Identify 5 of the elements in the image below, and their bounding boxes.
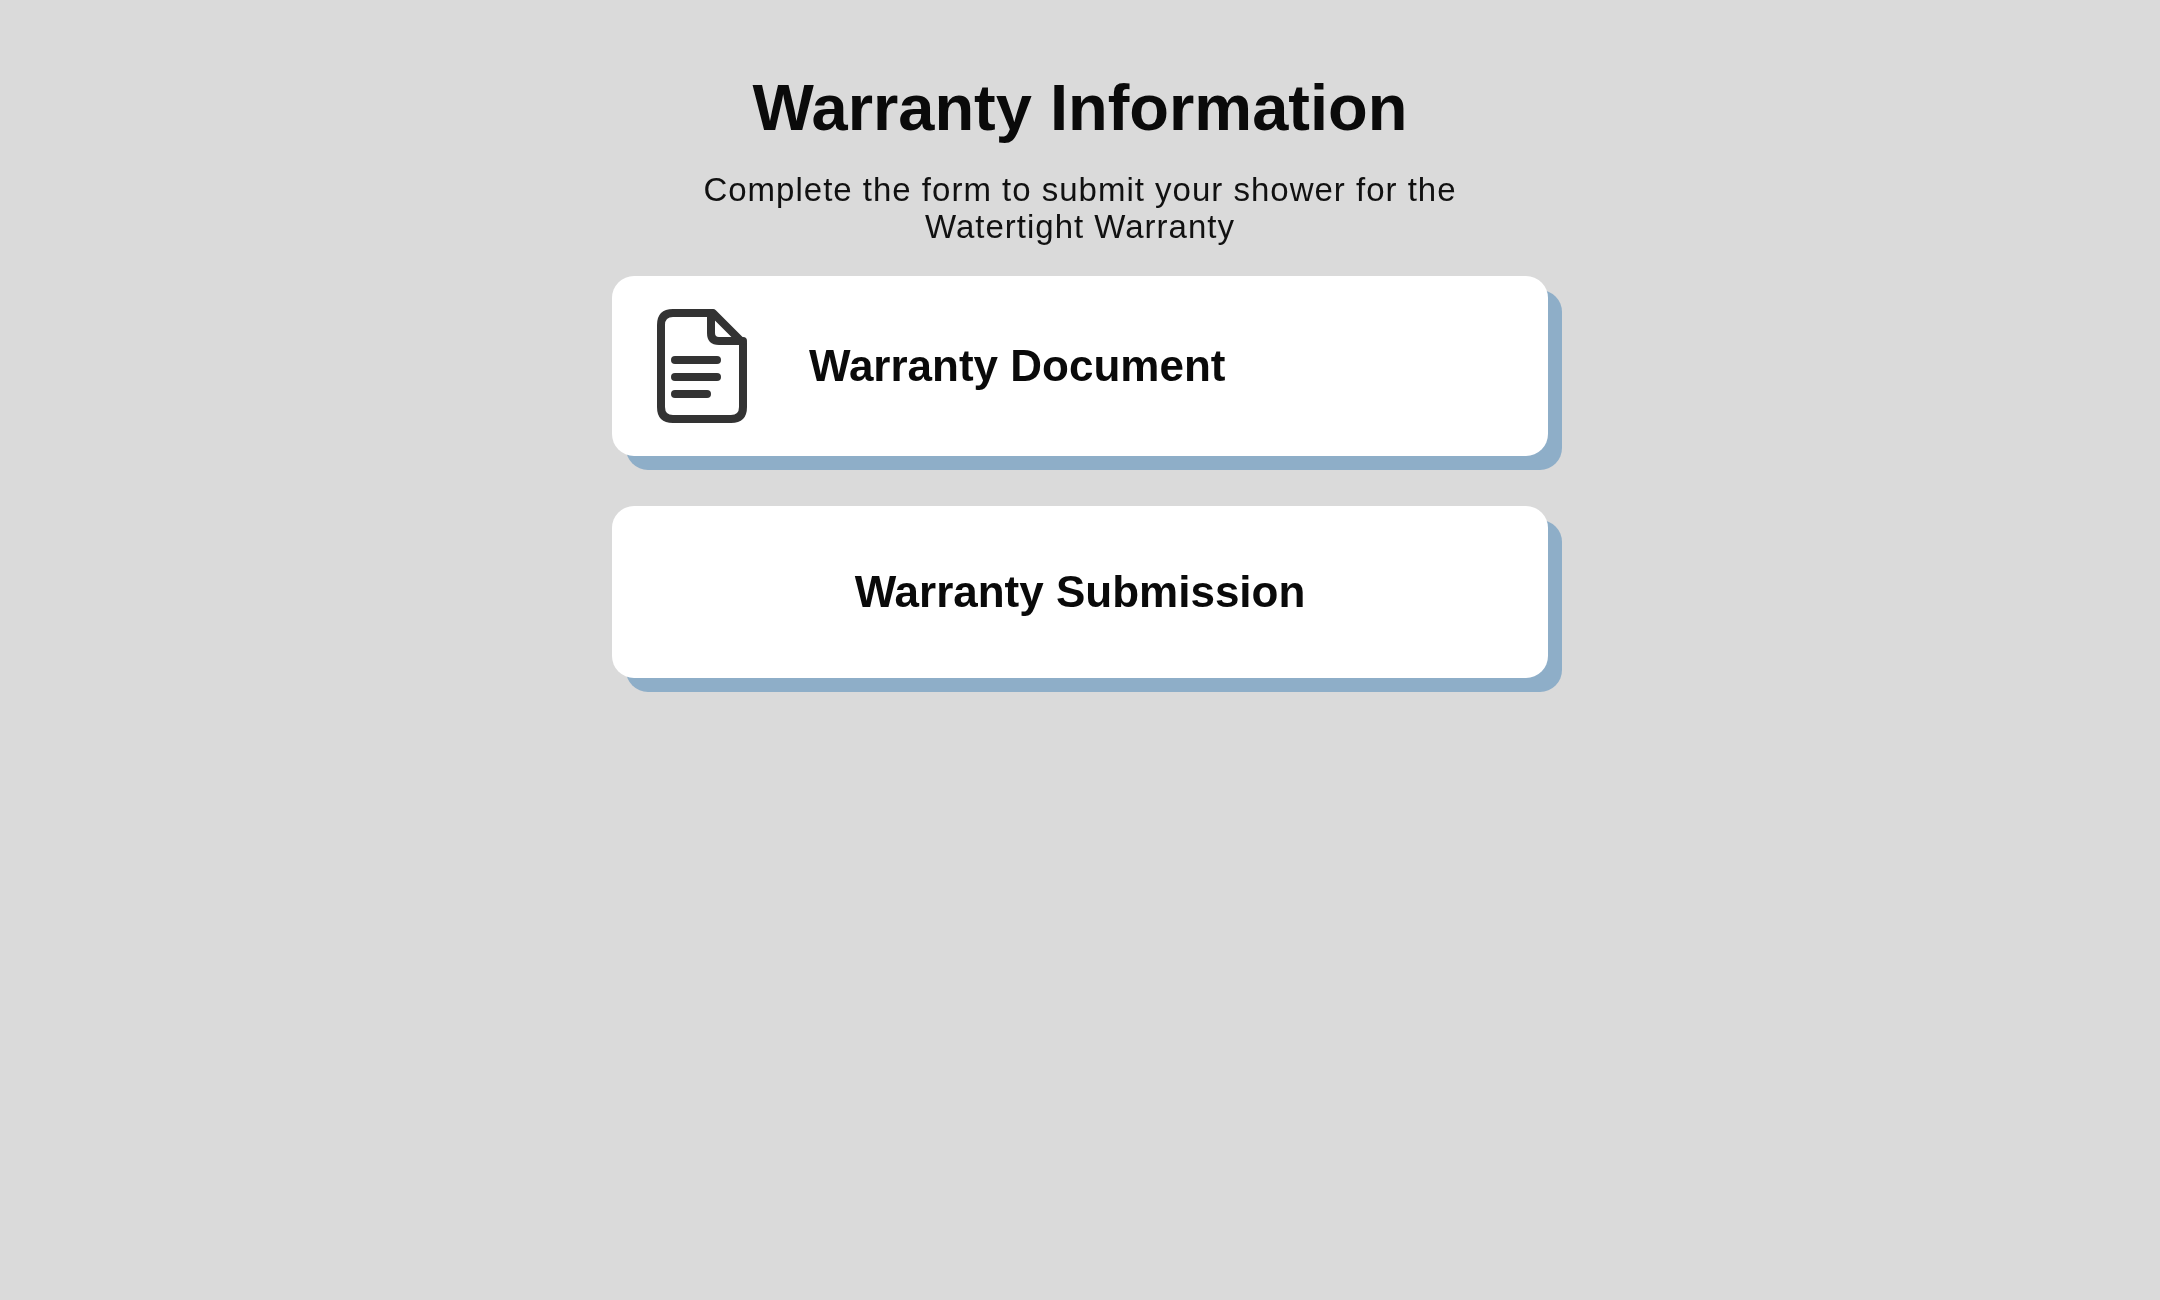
card-label: Warranty Document	[809, 341, 1226, 391]
document-icon	[657, 309, 747, 423]
card-label: Warranty Submission	[854, 567, 1306, 617]
page-subtitle: Complete the form to submit your shower for the Watertight Warranty	[702, 171, 1458, 245]
page-title: Warranty Information	[752, 70, 1408, 145]
